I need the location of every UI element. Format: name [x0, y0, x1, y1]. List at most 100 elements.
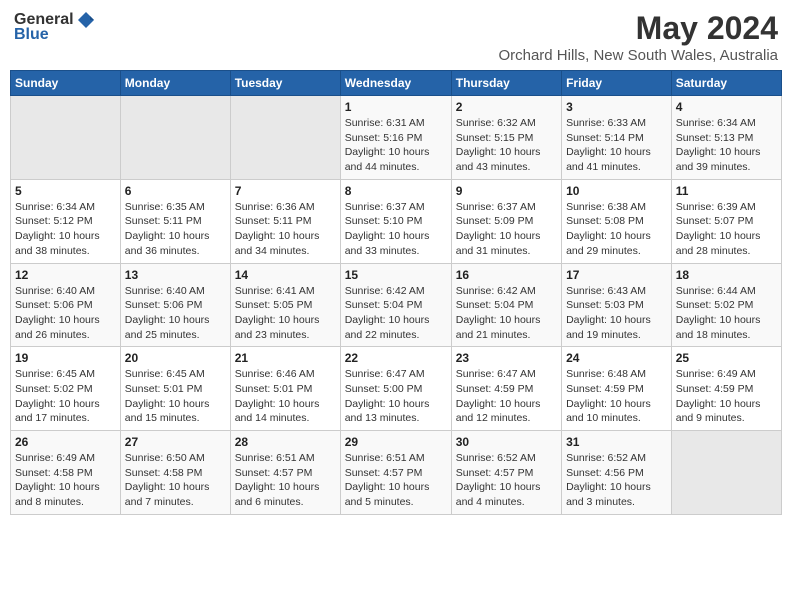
- calendar-cell: 13Sunrise: 6:40 AMSunset: 5:06 PMDayligh…: [120, 263, 230, 347]
- day-number: 14: [235, 268, 336, 282]
- calendar-cell: 2Sunrise: 6:32 AMSunset: 5:15 PMDaylight…: [451, 96, 561, 180]
- day-info: Sunrise: 6:35 AMSunset: 5:11 PMDaylight:…: [125, 200, 226, 259]
- day-number: 13: [125, 268, 226, 282]
- day-number: 10: [566, 184, 667, 198]
- day-info: Sunrise: 6:36 AMSunset: 5:11 PMDaylight:…: [235, 200, 336, 259]
- day-info: Sunrise: 6:31 AMSunset: 5:16 PMDaylight:…: [345, 116, 447, 175]
- calendar-cell: 17Sunrise: 6:43 AMSunset: 5:03 PMDayligh…: [562, 263, 672, 347]
- day-number: 9: [456, 184, 557, 198]
- title-block: May 2024 Orchard Hills, New South Wales,…: [498, 10, 778, 64]
- day-info: Sunrise: 6:42 AMSunset: 5:04 PMDaylight:…: [345, 284, 447, 343]
- calendar-cell: 21 Sunrise: 6:46 AMSunset: 5:01 PMDayligh…: [230, 347, 340, 431]
- day-info: Sunrise: 6:38 AMSunset: 5:08 PMDaylight:…: [566, 200, 667, 259]
- header-wednesday: Wednesday: [340, 71, 451, 96]
- calendar-cell: 8Sunrise: 6:37 AMSunset: 5:10 PMDaylight…: [340, 179, 451, 263]
- calendar-cell: [120, 96, 230, 180]
- day-number: 5: [15, 184, 116, 198]
- calendar-subtitle: Orchard Hills, New South Wales, Australi…: [498, 47, 778, 64]
- header-sunday: Sunday: [11, 71, 121, 96]
- logo-icon: [76, 10, 96, 30]
- calendar-cell: 11 Sunrise: 6:39 AMSunset: 5:07 PMDayligh…: [671, 179, 781, 263]
- calendar-cell: 28Sunrise: 6:51 AMSunset: 4:57 PMDayligh…: [230, 431, 340, 515]
- calendar-title: May 2024: [498, 10, 778, 47]
- calendar-cell: 14Sunrise: 6:41 AMSunset: 5:05 PMDayligh…: [230, 263, 340, 347]
- day-info: Sunrise: 6:46 AMSunset: 5:01 PMDaylight:…: [235, 367, 336, 426]
- day-number: 22: [345, 351, 447, 365]
- calendar-cell: 15Sunrise: 6:42 AMSunset: 5:04 PMDayligh…: [340, 263, 451, 347]
- calendar-cell: 4Sunrise: 6:34 AMSunset: 5:13 PMDaylight…: [671, 96, 781, 180]
- day-info: Sunrise: 6:47 AMSunset: 4:59 PMDaylight:…: [456, 367, 557, 426]
- calendar-cell: 22 Sunrise: 6:47 AMSunset: 5:00 PMDayligh…: [340, 347, 451, 431]
- calendar-week-row: 12 Sunrise: 6:40 AMSunset: 5:06 PMDayligh…: [11, 263, 782, 347]
- day-number: 12: [15, 268, 116, 282]
- day-info: Sunrise: 6:42 AMSunset: 5:04 PMDaylight:…: [456, 284, 557, 343]
- day-number: 28: [235, 435, 336, 449]
- calendar-cell: 19Sunrise: 6:45 AMSunset: 5:02 PMDayligh…: [11, 347, 121, 431]
- calendar-cell: [671, 431, 781, 515]
- calendar-week-row: 5 Sunrise: 6:34 AMSunset: 5:12 PMDaylight…: [11, 179, 782, 263]
- day-number: 3: [566, 100, 667, 114]
- day-number: 1: [345, 100, 447, 114]
- day-number: 17: [566, 268, 667, 282]
- calendar-cell: 25 Sunrise: 6:49 AMSunset: 4:59 PMDayligh…: [671, 347, 781, 431]
- calendar-cell: 5 Sunrise: 6:34 AMSunset: 5:12 PMDaylight…: [11, 179, 121, 263]
- calendar-header-row: SundayMondayTuesdayWednesdayThursdayFrid…: [11, 71, 782, 96]
- day-info: Sunrise: 6:45 AMSunset: 5:01 PMDaylight:…: [125, 367, 226, 426]
- day-info: Sunrise: 6:44 AMSunset: 5:02 PMDaylight:…: [676, 284, 777, 343]
- calendar-cell: 1 Sunrise: 6:31 AMSunset: 5:16 PMDaylight…: [340, 96, 451, 180]
- calendar-week-row: 19Sunrise: 6:45 AMSunset: 5:02 PMDayligh…: [11, 347, 782, 431]
- header-tuesday: Tuesday: [230, 71, 340, 96]
- calendar-cell: 6 Sunrise: 6:35 AMSunset: 5:11 PMDaylight…: [120, 179, 230, 263]
- header-thursday: Thursday: [451, 71, 561, 96]
- day-number: 20: [125, 351, 226, 365]
- day-number: 25: [676, 351, 777, 365]
- calendar-cell: 30Sunrise: 6:52 AMSunset: 4:57 PMDayligh…: [451, 431, 561, 515]
- day-info: Sunrise: 6:37 AMSunset: 5:09 PMDaylight:…: [456, 200, 557, 259]
- calendar-cell: 12 Sunrise: 6:40 AMSunset: 5:06 PMDayligh…: [11, 263, 121, 347]
- day-info: Sunrise: 6:50 AMSunset: 4:58 PMDaylight:…: [125, 451, 226, 510]
- page-header: General Blue May 2024 Orchard Hills, New…: [10, 10, 782, 64]
- header-saturday: Saturday: [671, 71, 781, 96]
- day-info: Sunrise: 6:48 AMSunset: 4:59 PMDaylight:…: [566, 367, 667, 426]
- calendar-cell: 16Sunrise: 6:42 AMSunset: 5:04 PMDayligh…: [451, 263, 561, 347]
- day-info: Sunrise: 6:45 AMSunset: 5:02 PMDaylight:…: [15, 367, 116, 426]
- day-info: Sunrise: 6:47 AMSunset: 5:00 PMDaylight:…: [345, 367, 447, 426]
- day-info: Sunrise: 6:52 AMSunset: 4:56 PMDaylight:…: [566, 451, 667, 510]
- calendar-week-row: 1 Sunrise: 6:31 AMSunset: 5:16 PMDaylight…: [11, 96, 782, 180]
- day-number: 31: [566, 435, 667, 449]
- logo-blue: Blue: [14, 26, 49, 44]
- day-number: 23: [456, 351, 557, 365]
- calendar-body: 1 Sunrise: 6:31 AMSunset: 5:16 PMDaylight…: [11, 96, 782, 515]
- day-info: Sunrise: 6:49 AMSunset: 4:58 PMDaylight:…: [15, 451, 116, 510]
- header-monday: Monday: [120, 71, 230, 96]
- day-info: Sunrise: 6:40 AMSunset: 5:06 PMDaylight:…: [15, 284, 116, 343]
- day-number: 24: [566, 351, 667, 365]
- logo: General Blue: [14, 10, 96, 44]
- day-number: 6: [125, 184, 226, 198]
- calendar-cell: 26 Sunrise: 6:49 AMSunset: 4:58 PMDayligh…: [11, 431, 121, 515]
- day-info: Sunrise: 6:51 AMSunset: 4:57 PMDaylight:…: [345, 451, 447, 510]
- calendar-cell: 18 Sunrise: 6:44 AMSunset: 5:02 PMDayligh…: [671, 263, 781, 347]
- day-number: 26: [15, 435, 116, 449]
- day-info: Sunrise: 6:34 AMSunset: 5:13 PMDaylight:…: [676, 116, 777, 175]
- day-info: Sunrise: 6:33 AMSunset: 5:14 PMDaylight:…: [566, 116, 667, 175]
- calendar-week-row: 26 Sunrise: 6:49 AMSunset: 4:58 PMDayligh…: [11, 431, 782, 515]
- day-info: Sunrise: 6:37 AMSunset: 5:10 PMDaylight:…: [345, 200, 447, 259]
- calendar-cell: 20 Sunrise: 6:45 AMSunset: 5:01 PMDayligh…: [120, 347, 230, 431]
- day-number: 21: [235, 351, 336, 365]
- calendar-cell: [230, 96, 340, 180]
- day-info: Sunrise: 6:32 AMSunset: 5:15 PMDaylight:…: [456, 116, 557, 175]
- day-number: 11: [676, 184, 777, 198]
- calendar-table: SundayMondayTuesdayWednesdayThursdayFrid…: [10, 70, 782, 515]
- calendar-cell: [11, 96, 121, 180]
- day-info: Sunrise: 6:34 AMSunset: 5:12 PMDaylight:…: [15, 200, 116, 259]
- calendar-cell: 10 Sunrise: 6:38 AMSunset: 5:08 PMDayligh…: [562, 179, 672, 263]
- calendar-cell: 23 Sunrise: 6:47 AMSunset: 4:59 PMDayligh…: [451, 347, 561, 431]
- calendar-cell: 3 Sunrise: 6:33 AMSunset: 5:14 PMDaylight…: [562, 96, 672, 180]
- calendar-cell: 27Sunrise: 6:50 AMSunset: 4:58 PMDayligh…: [120, 431, 230, 515]
- day-number: 18: [676, 268, 777, 282]
- day-info: Sunrise: 6:39 AMSunset: 5:07 PMDaylight:…: [676, 200, 777, 259]
- day-info: Sunrise: 6:49 AMSunset: 4:59 PMDaylight:…: [676, 367, 777, 426]
- calendar-cell: 31 Sunrise: 6:52 AMSunset: 4:56 PMDayligh…: [562, 431, 672, 515]
- calendar-cell: 7Sunrise: 6:36 AMSunset: 5:11 PMDaylight…: [230, 179, 340, 263]
